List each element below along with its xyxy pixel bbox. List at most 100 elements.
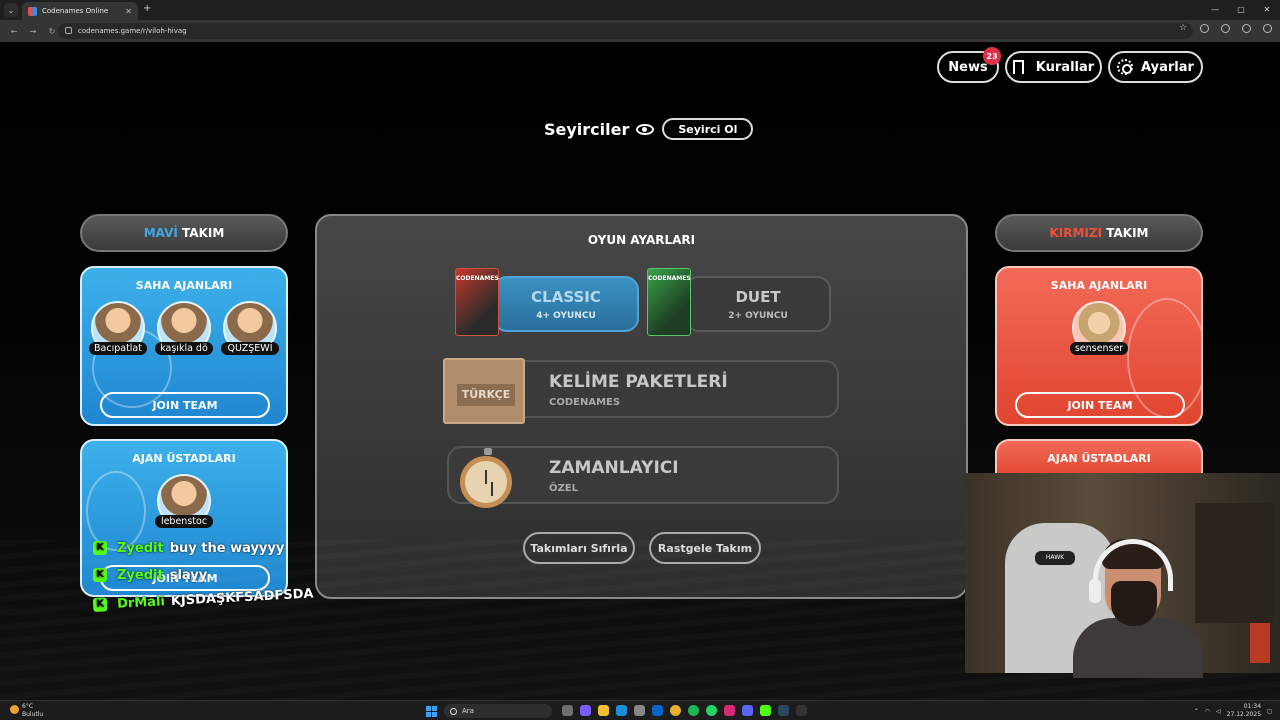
- tray-overflow-icon[interactable]: ⌃: [1194, 708, 1199, 715]
- file-explorer-icon[interactable]: [598, 705, 609, 716]
- close-window-button[interactable]: ✕: [1254, 0, 1280, 20]
- language-pack-icon: TÜRKÇE: [443, 358, 525, 424]
- copilot-icon[interactable]: [580, 705, 591, 716]
- blue-operatives-card: SAHA AJANLARI Bacıpatlat kaşıkla dö QUZŞ…: [80, 266, 288, 426]
- wifi-icon[interactable]: ◠: [1205, 708, 1210, 715]
- timer-subtitle: ÖZEL: [549, 483, 578, 494]
- settings-button[interactable]: Ayarlar: [1108, 51, 1203, 83]
- minimize-button[interactable]: —: [1202, 0, 1228, 20]
- bookmark-icon: [1012, 60, 1024, 78]
- game-settings-panel: OYUN AYARLARI CLASSIC 4+ OYUNCU CODENAME…: [315, 214, 968, 599]
- epic-games-icon[interactable]: [796, 705, 807, 716]
- downloads-icon[interactable]: [1221, 24, 1230, 33]
- instagram-icon[interactable]: [724, 705, 735, 716]
- blue-join-spymasters-button[interactable]: JOIN TEAM: [100, 565, 270, 591]
- player-card[interactable]: QUZŞEWİ: [221, 301, 279, 359]
- edge-icon[interactable]: [616, 705, 627, 716]
- whatsapp-icon[interactable]: [706, 705, 717, 716]
- weather-icon: [10, 705, 19, 714]
- browser-tab[interactable]: Codenames Online ✕: [22, 2, 138, 20]
- random-teams-button[interactable]: Rastgele Takım: [649, 532, 761, 564]
- background-shelf: [1195, 503, 1275, 623]
- player-name: sensenser: [1070, 342, 1128, 355]
- rules-label: Kurallar: [1035, 59, 1095, 75]
- start-menu-icon[interactable]: [426, 706, 437, 717]
- site-info-icon[interactable]: [65, 27, 72, 34]
- reset-teams-button[interactable]: Takımları Sıfırla: [523, 532, 635, 564]
- box-label: CODENAMES: [456, 275, 499, 282]
- browser-toolbar-icons: ☆: [1179, 24, 1272, 33]
- chair-logo: HAWK: [1035, 551, 1075, 565]
- discord-icon[interactable]: [742, 705, 753, 716]
- temperature: 6°C: [22, 703, 34, 710]
- box-label: CODENAMES: [648, 275, 691, 282]
- tab-search-icon[interactable]: ⌄: [4, 3, 18, 17]
- kick-badge-icon: K: [93, 541, 107, 555]
- webcam-overlay: HAWK: [965, 473, 1280, 678]
- player-name: QUZŞEWİ: [221, 342, 279, 355]
- player-name: Bacıpatlat: [89, 342, 147, 355]
- player-card[interactable]: Bacıpatlat: [89, 301, 147, 359]
- mode-duet-button[interactable]: DUET 2+ OYUNCU: [685, 276, 831, 332]
- timer-title: ZAMANLAYICI: [549, 458, 679, 478]
- spectators-section: Seyirciler Seyirci Ol: [544, 118, 754, 140]
- task-view-icon[interactable]: [562, 705, 573, 716]
- red-operatives-card: SAHA AJANLARI sensenser JOIN TEAM: [995, 266, 1203, 426]
- player-name: lebenstoc: [155, 515, 213, 528]
- blue-spymasters-list: lebenstoc: [82, 474, 286, 532]
- blue-operatives-title: SAHA AJANLARI: [135, 279, 233, 292]
- clock[interactable]: 01:34 27.12.2025: [1227, 703, 1261, 719]
- blue-team-header: MAVİ TAKIM: [80, 214, 288, 252]
- red-join-operatives-button[interactable]: JOIN TEAM: [1015, 392, 1185, 418]
- player-card[interactable]: kaşıkla dö: [155, 301, 213, 359]
- url-field[interactable]: codenames.game/r/viloh-hivag: [58, 23, 1193, 39]
- rules-button[interactable]: Kurallar: [1005, 51, 1102, 83]
- player-card[interactable]: sensenser: [1070, 301, 1128, 359]
- mode-classic-button[interactable]: CLASSIC 4+ OYUNCU: [493, 276, 639, 332]
- maximize-button[interactable]: ▢: [1228, 0, 1254, 20]
- forward-icon[interactable]: →: [28, 27, 38, 36]
- settings-label: Ayarlar: [1141, 59, 1194, 75]
- mode-players: 2+ OYUNCU: [728, 311, 788, 321]
- window-controls: — ▢ ✕: [1202, 0, 1280, 20]
- red-operatives-title: SAHA AJANLARI: [1050, 279, 1148, 292]
- new-tab-button[interactable]: +: [143, 3, 151, 14]
- news-badge: 23: [983, 47, 1001, 65]
- reload-icon[interactable]: ↻: [47, 27, 57, 36]
- kick-icon[interactable]: [760, 705, 771, 716]
- store-icon[interactable]: [634, 705, 645, 716]
- url-text: codenames.game/r/viloh-hivag: [78, 27, 187, 35]
- volume-icon[interactable]: ◁: [1216, 708, 1221, 715]
- notifications-icon[interactable]: ◻: [1267, 708, 1272, 715]
- duet-box-art: CODENAMES: [647, 268, 691, 336]
- news-button[interactable]: News 23: [937, 47, 1001, 83]
- profile-icon[interactable]: [1242, 24, 1251, 33]
- tab-title: Codenames Online: [42, 7, 109, 15]
- chrome-icon[interactable]: [670, 705, 681, 716]
- weather-widget[interactable]: 6°C Bulutlu: [10, 703, 43, 719]
- bookmark-star-icon[interactable]: ☆: [1179, 24, 1188, 33]
- classic-box-art: CODENAMES: [455, 268, 499, 336]
- player-card[interactable]: lebenstoc: [155, 474, 213, 532]
- word-packs-subtitle: CODENAMES: [549, 397, 621, 408]
- spotify-icon[interactable]: [688, 705, 699, 716]
- tab-close-icon[interactable]: ✕: [125, 7, 132, 16]
- back-icon[interactable]: ←: [9, 27, 19, 36]
- red-team-label: TAKIM: [1102, 226, 1149, 240]
- extensions-icon[interactable]: [1200, 24, 1209, 33]
- player-name: kaşıkla dö: [155, 342, 213, 355]
- chat-message: K Zyedit slayy: [93, 566, 323, 584]
- kick-badge-icon: K: [92, 597, 108, 613]
- taskbar-search[interactable]: Ara: [444, 704, 552, 718]
- spectators-title: Seyirciler: [544, 119, 630, 139]
- red-team-header: KIRMIZI TAKIM: [995, 214, 1203, 252]
- menu-icon[interactable]: [1263, 24, 1272, 33]
- mail-icon[interactable]: [652, 705, 663, 716]
- browser-tab-bar: ⌄ Codenames Online ✕ + — ▢ ✕: [0, 0, 1280, 20]
- blue-join-operatives-button[interactable]: JOIN TEAM: [100, 392, 270, 418]
- become-spectator-button[interactable]: Seyirci Ol: [662, 118, 754, 140]
- steam-icon[interactable]: [778, 705, 789, 716]
- stopwatch-icon: [460, 448, 512, 508]
- game-settings-title: OYUN AYARLARI: [587, 233, 696, 247]
- blue-team-accent: MAVİ: [143, 226, 178, 240]
